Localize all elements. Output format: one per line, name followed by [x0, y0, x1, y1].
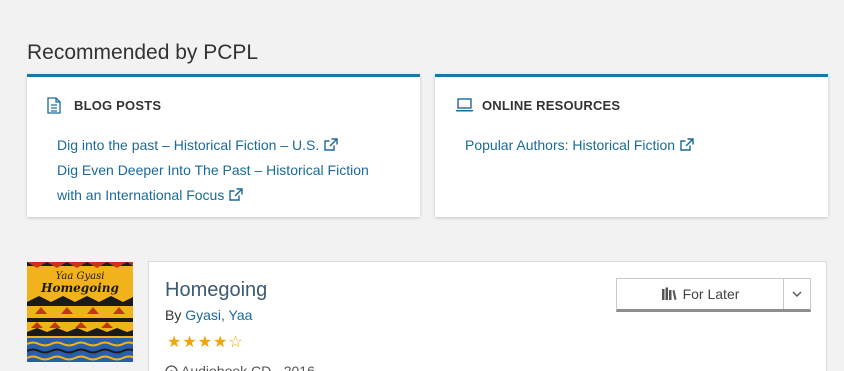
laptop-icon: [455, 96, 475, 114]
star-full-icon: ★: [182, 334, 198, 351]
cover-title: Homegoing: [40, 281, 119, 295]
search-result-card: Homegoing By Gyasi, Yaa ★★★★☆ Audiobook …: [148, 261, 827, 371]
blog-link-historical-fiction-us[interactable]: Dig into the past – Historical Fiction –…: [57, 133, 400, 158]
resource-link-popular-authors[interactable]: Popular Authors: Historical Fiction: [465, 133, 808, 158]
book-title[interactable]: Homegoing: [165, 279, 267, 302]
star-empty-icon: ☆: [228, 334, 244, 351]
for-later-button[interactable]: For Later: [617, 279, 784, 309]
external-link-icon: [680, 138, 694, 151]
book-author-line: By Gyasi, Yaa: [165, 307, 252, 323]
book-cover[interactable]: Yaa Gyasi Homegoing: [27, 262, 133, 362]
link-text: Dig Even Deeper Into The Past – Historic…: [57, 162, 369, 178]
for-later-dropdown-toggle[interactable]: [784, 279, 810, 309]
link-text: Dig into the past – Historical Fiction –…: [57, 137, 320, 153]
author-link[interactable]: Gyasi, Yaa: [185, 307, 252, 323]
blog-posts-heading: BLOG POSTS: [74, 97, 162, 113]
online-resources-header: ONLINE RESOURCES: [455, 96, 620, 114]
star-full-icon: ★: [167, 334, 183, 351]
for-later-label: For Later: [682, 286, 740, 302]
online-resources-heading: ONLINE RESOURCES: [482, 97, 621, 113]
by-label: By: [165, 307, 186, 323]
chevron-down-icon: [792, 291, 802, 297]
section-title: Recommended by PCPL: [27, 41, 259, 64]
document-icon: [47, 96, 67, 114]
disc-icon: [165, 365, 178, 371]
format-line: Audiobook CD - 2016: [165, 363, 315, 371]
blog-posts-card: BLOG POSTS Dig into the past – Historica…: [27, 74, 420, 217]
format-text: Audiobook CD - 2016: [181, 363, 315, 371]
star-full-icon: ★: [197, 334, 214, 351]
online-resources-card: ONLINE RESOURCES Popular Authors: Histor…: [435, 74, 828, 217]
external-link-icon: [229, 188, 244, 201]
books-icon: [661, 287, 677, 300]
for-later-control: For Later: [616, 278, 811, 312]
link-text: Popular Authors: Historical Fiction: [465, 137, 676, 153]
external-link-icon: [324, 138, 338, 151]
blog-link-international-focus[interactable]: Dig Even Deeper Into The Past – Historic…: [57, 158, 400, 208]
star-rating[interactable]: ★★★★☆: [167, 332, 244, 352]
star-full-icon: ★: [213, 334, 229, 351]
blog-posts-header: BLOG POSTS: [47, 96, 161, 114]
link-text-continued: with an International Focus: [57, 187, 225, 203]
